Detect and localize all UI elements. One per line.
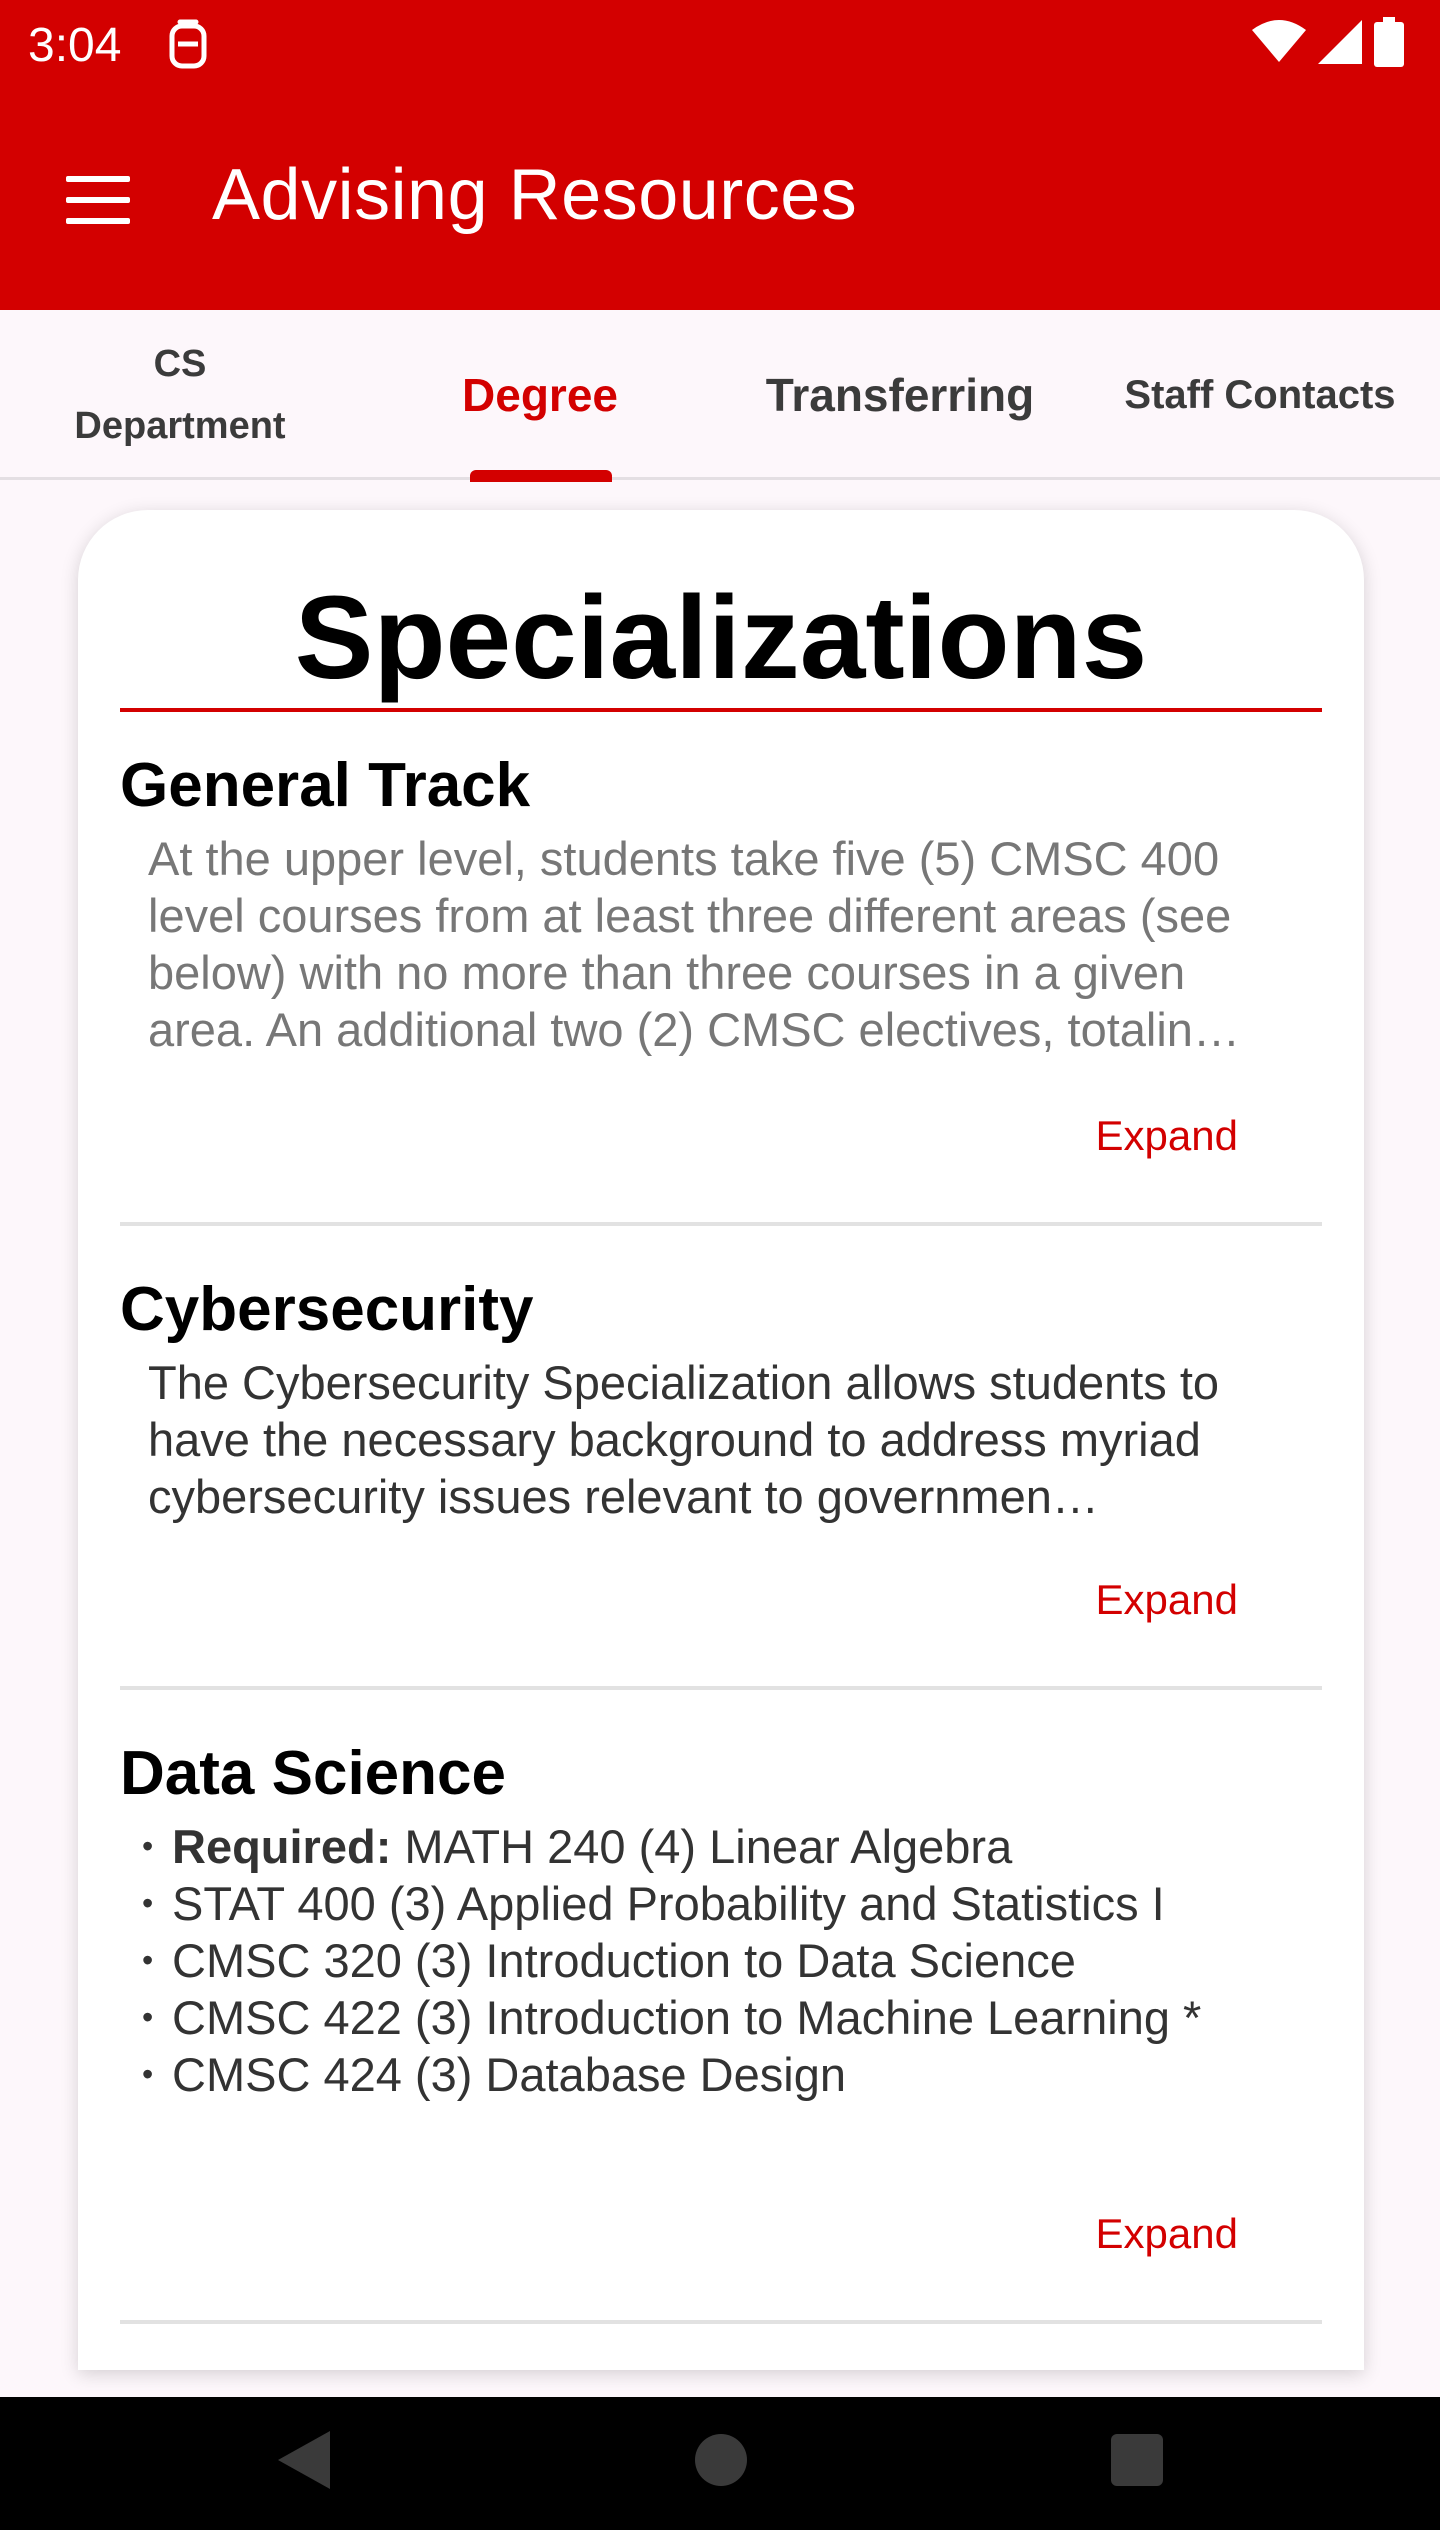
section-heading: Data Science [120,1739,506,1808]
home-icon[interactable] [692,2429,750,2496]
required-label: Required: [172,1820,392,1873]
expand-button[interactable]: Expand [1096,2210,1238,2258]
signal-icon [1318,19,1362,69]
status-bar: 3:04 [0,0,1440,92]
tab-label: CS Department [74,343,286,447]
course-text: STAT 400 (3) Applied Probability and Sta… [172,1877,1165,1930]
battery-icon [1374,16,1404,72]
list-item: CMSC 424 (3) Database Design [142,2046,1292,2103]
list-item: CMSC 320 (3) Introduction to Data Scienc… [142,1932,1292,1989]
list-item: Required: MATH 240 (4) Linear Algebra [142,1818,1292,1875]
tab-selected-indicator [470,470,612,482]
section-divider [120,2320,1322,2324]
tab-cs-department[interactable]: CS Department [0,310,360,480]
recents-icon[interactable] [1108,2429,1166,2496]
app-bar: Advising Resources [0,92,1440,310]
list-item: CMSC 422 (3) Introduction to Machine Lea… [142,1989,1292,2046]
status-time: 3:04 [28,19,122,72]
section-cybersecurity: Cybersecurity The Cybersecurity Speciali… [120,1274,1322,1744]
section-heading: General Track [120,751,531,820]
course-text: CMSC 424 (3) Database Design [172,2048,846,2101]
section-divider [120,1222,1322,1226]
course-list: Required: MATH 240 (4) Linear Algebra ST… [142,1818,1292,2103]
course-text: MATH 240 (4) Linear Algebra [391,1820,1013,1873]
tab-bar: CS Department Degree Transferring Staff … [0,310,1440,482]
course-text: CMSC 320 (3) Introduction to Data Scienc… [172,1934,1076,1987]
back-icon[interactable] [274,2429,332,2496]
title-divider [120,708,1322,712]
section-heading: Cybersecurity [120,1275,534,1344]
list-item: STAT 400 (3) Applied Probability and Sta… [142,1875,1292,1932]
section-data-science: Data Science Required: MATH 240 (4) Line… [120,1738,1322,2370]
card-title: Specializations [294,572,1148,704]
section-body: At the upper level, students take five (… [148,832,1240,1056]
hamburger-menu-icon[interactable] [56,168,140,232]
section-divider [120,1686,1322,1690]
tab-label: Staff Contacts [1124,372,1396,417]
app-title: Advising Resources [212,155,858,235]
tab-transferring[interactable]: Transferring [720,310,1080,480]
expand-button[interactable]: Expand [1096,1576,1238,1624]
notification-icon [168,18,208,70]
specializations-card: Specializations General Track At the upp… [78,510,1364,2370]
section-general-track: General Track At the upper level, studen… [120,750,1322,1230]
tab-staff-contacts[interactable]: Staff Contacts [1080,310,1440,480]
expand-button[interactable]: Expand [1096,1112,1238,1160]
tab-degree[interactable]: Degree [360,310,720,480]
wifi-icon [1252,19,1306,69]
section-body: The Cybersecurity Specialization allows … [148,1356,1220,1523]
system-nav-bar [0,2397,1440,2530]
tab-label: Transferring [765,369,1035,421]
tab-label: Degree [462,369,618,421]
course-text: CMSC 422 (3) Introduction to Machine Lea… [172,1991,1202,2044]
